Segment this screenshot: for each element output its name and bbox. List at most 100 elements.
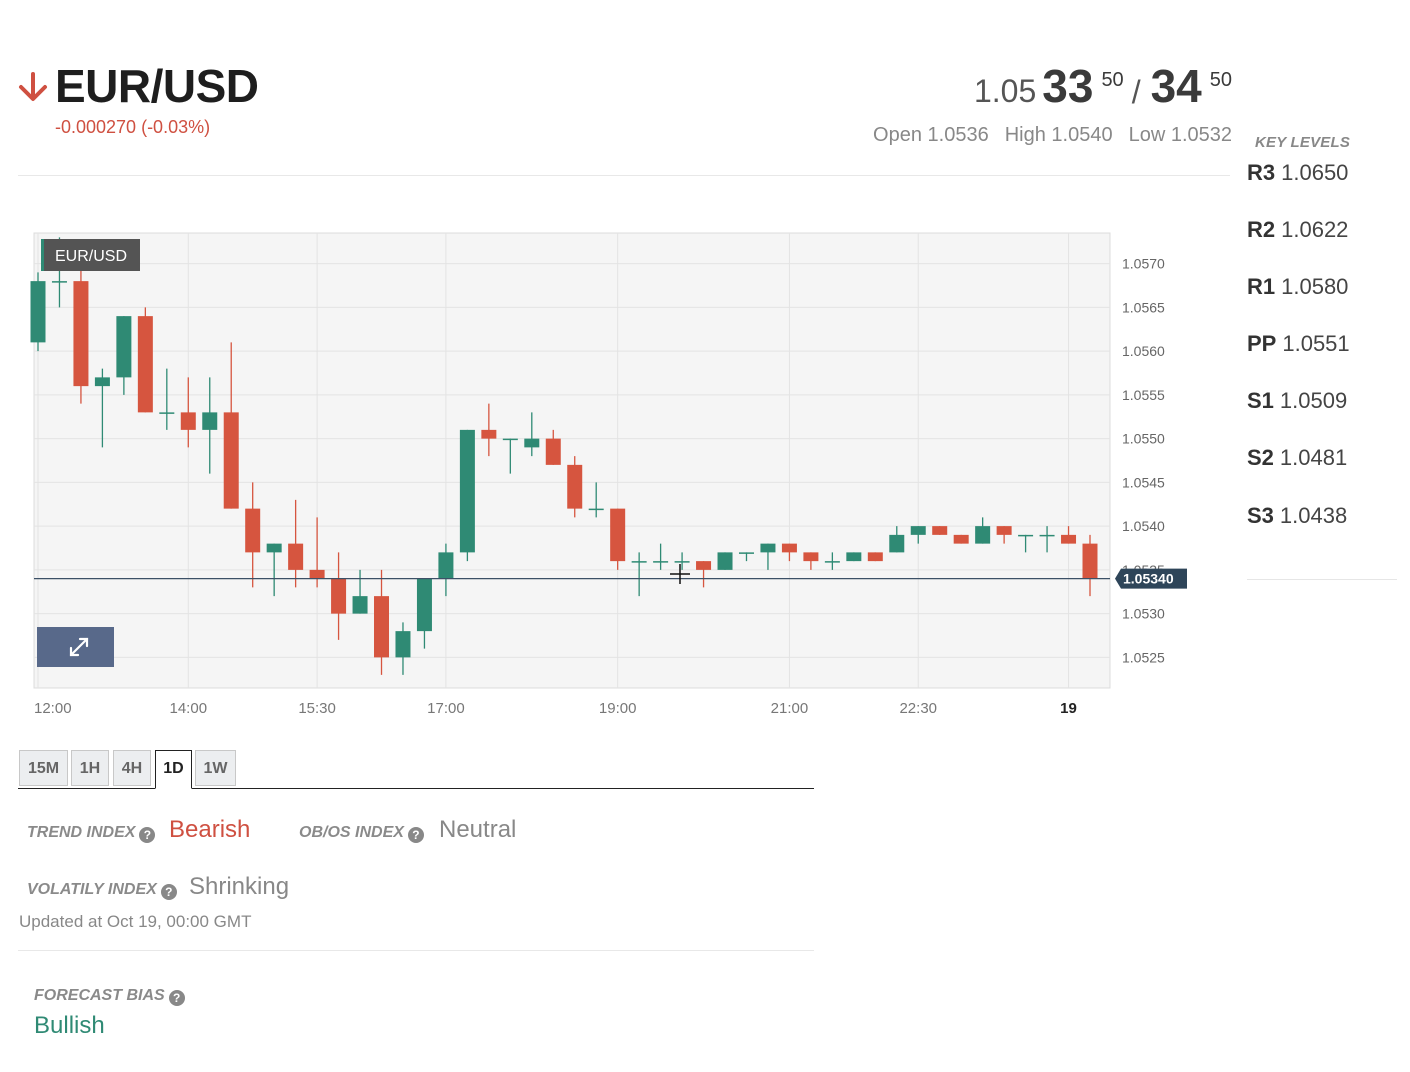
key-level-s3: S3 1.0438 [1247,503,1348,528]
price-change: -0.000270 (-0.03%) [55,117,211,137]
candle-body [846,552,862,562]
candle-body [567,464,583,509]
volatility-index-value: Shrinking [189,873,290,900]
updated-timestamp: Updated at Oct 19, 00:00 GMT [19,912,252,931]
candle-body [94,377,110,387]
tab-15m[interactable]: 15M [19,750,68,786]
high-value: High 1.0540 [1004,124,1113,146]
candle-body [953,534,969,544]
candle-body [416,578,432,632]
expand-chart-button[interactable] [37,627,114,667]
ohl-row: Open 1.0536 High 1.0540 Low 1.0532 [873,122,1232,148]
y-tick-label: 1.0530 [1122,606,1165,622]
chart-legend-label: EUR/USD [55,248,127,265]
candle [953,534,969,544]
candle-body [867,552,883,562]
key-level-s2: S2 1.0481 [1247,445,1348,470]
bid-big-figure: 33 [1042,60,1094,112]
x-tick-label: 21:00 [771,700,809,717]
y-tick-label: 1.0545 [1122,474,1165,490]
x-tick-label: 14:00 [170,700,208,717]
candle-body [438,552,454,579]
x-tick-label: 19 [1060,700,1077,717]
candle-body [717,552,733,570]
timeframe-tabs: 15M 1H 4H 1D 1W [18,750,814,789]
x-axis-ticks: 12:00 14:00 15:30 17:00 19:00 21:00 22:30 19 [34,700,1077,717]
y-tick-label: 1.0550 [1122,431,1165,447]
x-tick-label: 15:30 [298,700,336,717]
candle-body [245,508,261,553]
candle-body [502,438,518,441]
open-value: Open 1.0536 [873,124,989,146]
candle-body [910,526,926,535]
tab-1w[interactable]: 1W [195,750,236,786]
candle-body [180,412,196,430]
candle-body [223,412,239,509]
candle-body [51,281,67,283]
candle-body [803,552,819,562]
candle-body [459,429,475,553]
candle-body [202,412,218,430]
candle-body [696,561,712,570]
chart-legend-accent [41,239,44,271]
candle-body [1082,543,1098,579]
tab-1d[interactable]: 1D [155,750,192,789]
chart-plot-area [33,232,1111,689]
candle-body [1061,534,1077,544]
candle-body [889,534,905,553]
tab-4h[interactable]: 4H [113,750,151,786]
candle-body [653,561,669,563]
x-tick-label: 19:00 [599,700,637,717]
candle-body [781,543,797,553]
candle-body [266,543,282,553]
trend-index-value: Bearish [169,816,251,843]
candle-body [975,526,991,544]
candle-body [137,316,153,413]
low-value: Low 1.0532 [1128,124,1232,146]
candle [137,307,153,413]
key-levels-title: KEY LEVELS [1255,134,1351,151]
y-tick-label: 1.0560 [1122,343,1165,359]
candle-body [674,561,690,563]
candle-body [588,508,604,511]
candle-body [545,438,561,465]
key-level-r3: R3 1.0650 [1247,160,1349,185]
candle-body [116,316,132,378]
candle-body [610,508,626,562]
candle-body [159,412,175,414]
candle-body [524,438,540,448]
y-tick-label: 1.0540 [1122,518,1165,534]
pair-title: EUR/USD [55,60,259,112]
candle [717,552,733,570]
section-divider [18,950,814,951]
candle-body [73,281,89,387]
candle-body [309,569,325,579]
candle-body [374,596,390,658]
price-chart[interactable]: 1.05251.05301.05351.05401.05451.05501.05… [0,220,1230,730]
question-circle-icon[interactable]: ? [168,990,185,1006]
bid-prefix: 1.05 [973,73,1037,109]
key-level-r1: R1 1.0580 [1247,274,1349,299]
candle [567,456,583,518]
arrow-down-icon [19,72,47,101]
ask-big-figure: 34 [1150,60,1202,112]
candle-body [352,596,368,614]
forecast-bias-value: Bullish [34,1012,105,1039]
x-tick-label: 22:30 [899,700,937,717]
candle [867,552,883,562]
candle-body [288,543,304,570]
candle-body [331,578,347,614]
key-level-r2: R2 1.0622 [1247,217,1349,242]
trend-index-label: TREND INDEX? [27,823,156,843]
question-circle-icon[interactable]: ? [407,827,424,843]
key-level-s1: S1 1.0509 [1247,388,1348,413]
candle-body [932,526,948,535]
volatility-index-label: VOLATILY INDEX? [27,880,177,900]
question-circle-icon[interactable]: ? [160,884,177,900]
tab-1h[interactable]: 1H [71,750,109,786]
y-tick-label: 1.0525 [1122,649,1165,665]
question-circle-icon[interactable]: ? [139,827,156,843]
candle [30,272,46,352]
candle-body [1018,534,1034,537]
y-axis-ticks: 1.05251.05301.05351.05401.05451.05501.05… [1122,256,1165,666]
